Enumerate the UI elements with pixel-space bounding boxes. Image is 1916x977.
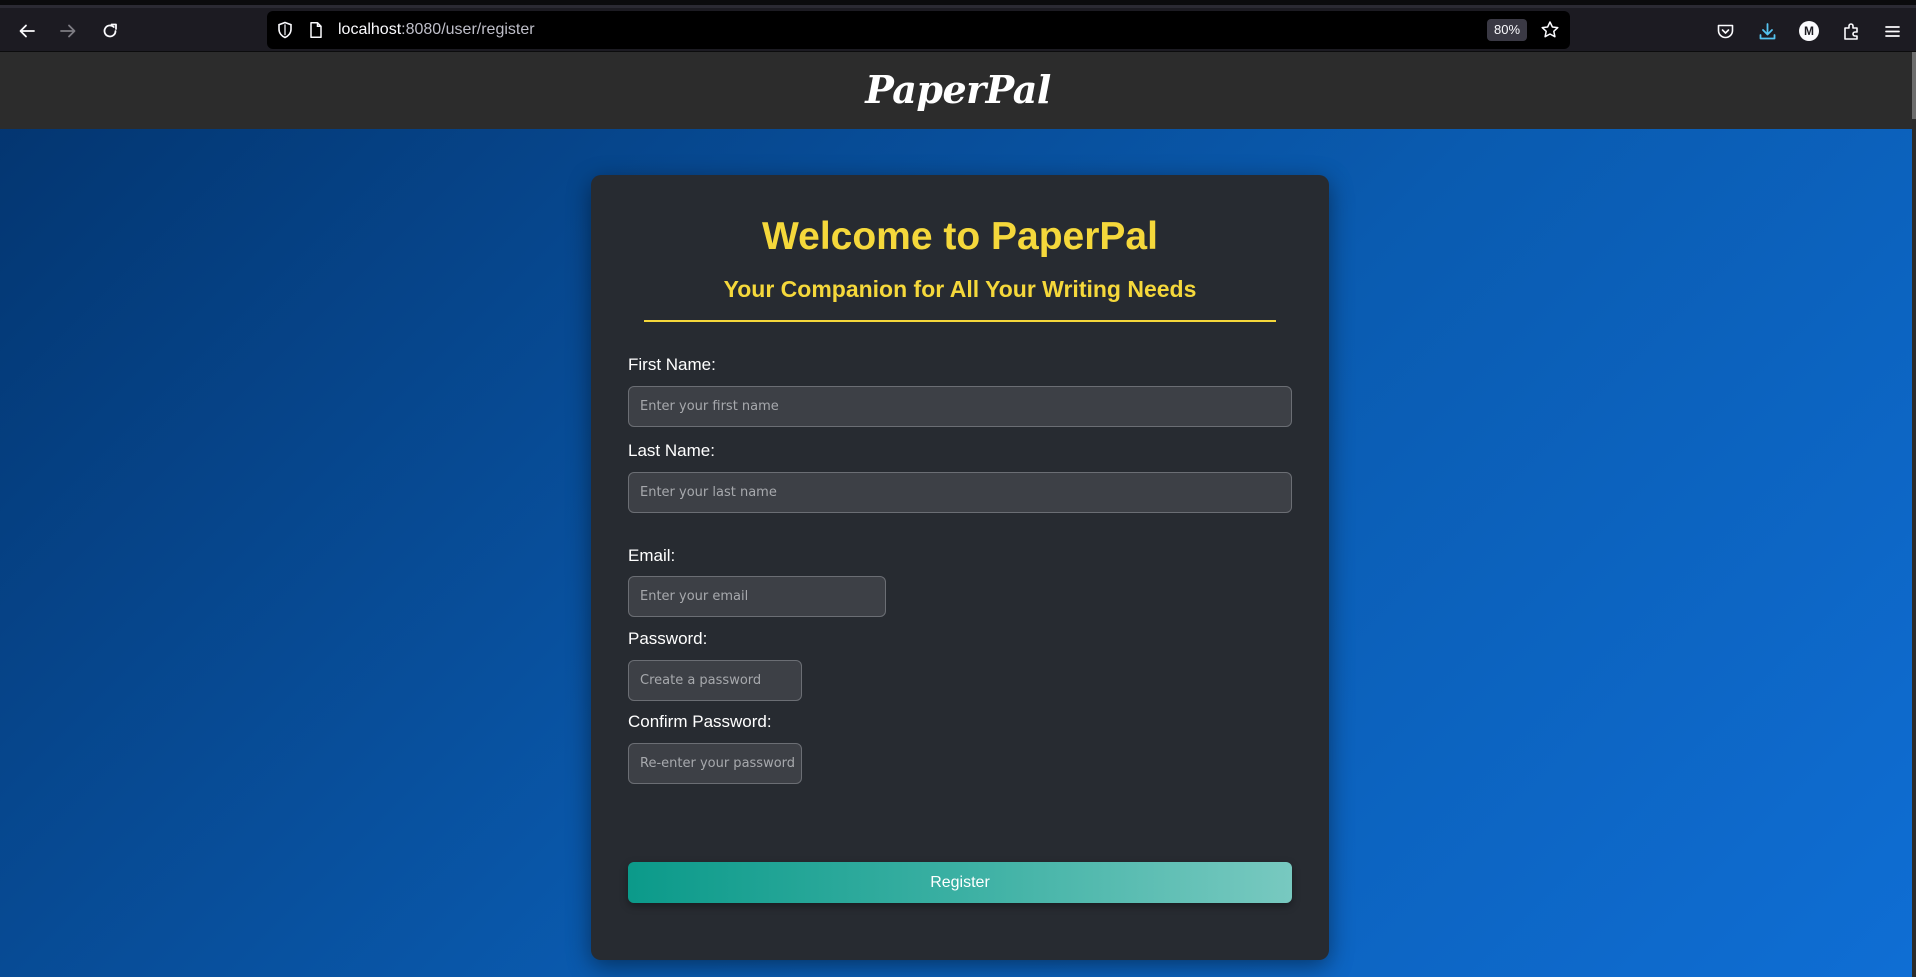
url-bar[interactable]: localhost:8080/user/register 80%: [267, 11, 1570, 49]
account-button[interactable]: M: [1795, 17, 1823, 45]
page-icon[interactable]: [307, 21, 325, 39]
back-icon: [19, 24, 35, 38]
email-input[interactable]: [628, 576, 886, 617]
reload-icon: [103, 23, 117, 38]
menu-icon: [1884, 25, 1900, 37]
pocket-button[interactable]: [1711, 17, 1739, 45]
pocket-icon: [1717, 24, 1733, 38]
downloads-button[interactable]: [1753, 17, 1781, 45]
site-logo[interactable]: PaperPal: [865, 67, 1051, 112]
tab-strip: [0, 0, 1916, 8]
scrollbar-thumb[interactable]: [1912, 52, 1916, 119]
last-name-input[interactable]: [628, 472, 1292, 513]
site-header: PaperPal: [0, 52, 1912, 129]
url-text[interactable]: localhost:8080/user/register: [338, 21, 535, 39]
email-label: Email:: [628, 546, 676, 565]
menu-button[interactable]: [1878, 17, 1906, 45]
first-name-label: First Name:: [628, 355, 716, 374]
forward-icon: [60, 24, 76, 38]
password-label: Password:: [628, 629, 708, 648]
last-name-label: Last Name:: [628, 441, 715, 460]
extensions-button[interactable]: [1837, 17, 1865, 45]
title-divider: [644, 320, 1276, 322]
account-icon: M: [1799, 21, 1819, 41]
page-viewport: PaperPal Welcome to PaperPal Your Compan…: [0, 52, 1916, 977]
zoom-indicator[interactable]: 80%: [1487, 19, 1528, 41]
confirm-password-label: Confirm Password:: [628, 712, 772, 731]
url-path: :8080/user/register: [401, 21, 535, 38]
register-card: Welcome to PaperPal Your Companion for A…: [591, 175, 1329, 960]
page-subtitle: Your Companion for All Your Writing Need…: [723, 276, 1197, 302]
shield-icon[interactable]: [276, 21, 294, 39]
page-title: Welcome to PaperPal: [762, 215, 1158, 258]
url-host: localhost: [338, 21, 402, 38]
first-name-input[interactable]: [628, 386, 1292, 427]
scrollbar[interactable]: [1912, 52, 1916, 977]
register-button[interactable]: Register: [628, 862, 1292, 903]
download-icon: [1759, 22, 1775, 39]
back-button[interactable]: [12, 16, 42, 46]
browser-toolbar: localhost:8080/user/register 80% M: [0, 8, 1916, 52]
password-input[interactable]: [628, 660, 802, 701]
star-icon[interactable]: [1540, 20, 1560, 40]
forward-button[interactable]: [53, 16, 83, 46]
extensions-icon: [1843, 22, 1858, 40]
confirm-password-input[interactable]: [628, 743, 802, 784]
reload-button[interactable]: [95, 16, 125, 46]
